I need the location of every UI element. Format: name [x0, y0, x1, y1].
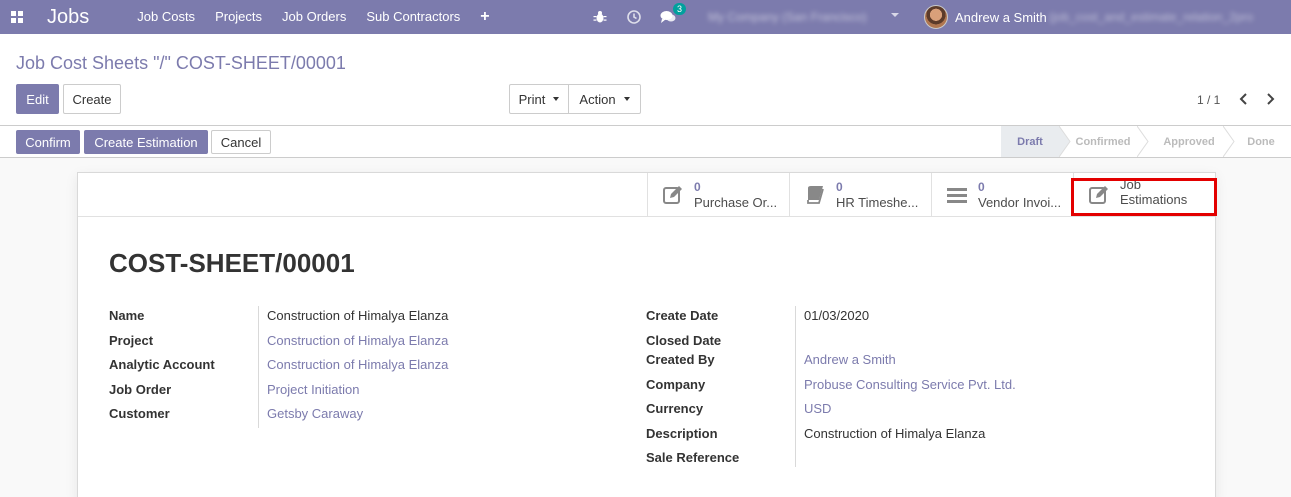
- created-by-label: Created By: [646, 352, 715, 367]
- hr-timesheets-smart-button[interactable]: 0 HR Timeshe...: [789, 173, 931, 216]
- name-value: Construction of Himalya Elanza: [267, 308, 449, 323]
- menu-job-orders[interactable]: Job Orders: [272, 0, 356, 34]
- stage-draft: Draft: [1001, 126, 1059, 157]
- create-estimation-button[interactable]: Create Estimation: [84, 130, 208, 154]
- cancel-button[interactable]: Cancel: [211, 130, 271, 154]
- company-link[interactable]: Probuse Consulting Service Pvt. Ltd.: [804, 377, 1016, 392]
- chat-badge: 3: [673, 3, 687, 15]
- description-label: Description: [646, 426, 718, 441]
- project-label: Project: [109, 333, 154, 348]
- edit-icon: [663, 185, 682, 204]
- confirm-button[interactable]: Confirm: [16, 130, 80, 154]
- print-dropdown[interactable]: Print: [509, 84, 569, 114]
- chat-icon[interactable]: 3: [660, 3, 687, 25]
- smart-button-count: 0: [694, 179, 701, 194]
- action-dropdown[interactable]: Action: [568, 84, 641, 114]
- smart-button-label: Purchase Or...: [694, 194, 778, 210]
- job-order-label: Job Order: [109, 382, 172, 397]
- clock-icon[interactable]: [626, 9, 642, 25]
- pager-value[interactable]: 1 / 1: [1197, 93, 1220, 107]
- action-label: Action: [579, 91, 616, 107]
- purchase-orders-smart-button[interactable]: 0 Purchase Or...: [647, 173, 789, 216]
- edit-button[interactable]: Edit: [16, 84, 59, 114]
- menu-sub-contractors[interactable]: Sub Contractors: [356, 0, 470, 34]
- create-date-label: Create Date: [646, 308, 719, 323]
- pager-next-icon[interactable]: [1263, 92, 1277, 106]
- stage-confirmed[interactable]: Confirmed: [1071, 126, 1135, 157]
- company-caret-icon[interactable]: [891, 13, 899, 17]
- menu-projects[interactable]: Projects: [205, 0, 272, 34]
- currency-label: Currency: [646, 401, 704, 416]
- analytic-account-link[interactable]: Construction of Himalya Elanza: [267, 357, 448, 372]
- user-menu[interactable]: Andrew a Smith: [924, 0, 1047, 34]
- create-date-value: 01/03/2020: [804, 308, 870, 323]
- vendor-invoices-smart-button[interactable]: 0 Vendor Invoi...: [931, 173, 1073, 216]
- sale-reference-label: Sale Reference: [646, 450, 740, 465]
- smart-button-count: 0: [836, 179, 843, 194]
- menu-job-costs[interactable]: Job Costs: [127, 0, 205, 34]
- book-icon: [807, 185, 824, 204]
- print-label: Print: [518, 91, 546, 107]
- breadcrumb[interactable]: Job Cost Sheets "/" COST-SHEET/00001: [16, 53, 346, 74]
- list-icon: [947, 187, 967, 203]
- stage-separator: [1059, 126, 1071, 157]
- record-title: COST-SHEET/00001: [109, 248, 355, 278]
- stage-separator: [1223, 126, 1235, 157]
- statusbar: Confirm Create Estimation Cancel Draft C…: [0, 126, 1291, 158]
- currency-link[interactable]: USD: [804, 401, 831, 416]
- created-by-link[interactable]: Andrew a Smith: [804, 352, 896, 367]
- create-button[interactable]: Create: [63, 84, 121, 114]
- control-panel: Job Cost Sheets "/" COST-SHEET/00001 Edi…: [0, 34, 1291, 126]
- apps-grid-icon[interactable]: [0, 0, 34, 34]
- smart-button-box: 0 Purchase Or... 0 HR Timeshe... 0 Vendo…: [78, 173, 1215, 217]
- bug-icon[interactable]: [592, 9, 608, 25]
- caret-down-icon: [553, 97, 560, 101]
- pager-previous-icon[interactable]: [1237, 92, 1251, 106]
- field-separator: [795, 306, 796, 467]
- stage-approved[interactable]: Approved: [1153, 126, 1225, 157]
- company-label: Company: [646, 377, 706, 392]
- closed-date-label: Closed Date: [646, 333, 722, 348]
- app-brand[interactable]: Jobs: [47, 0, 89, 34]
- form-sheet: 0 Purchase Or... 0 HR Timeshe... 0 Vendo…: [77, 172, 1217, 497]
- description-value: Construction of Himalya Elanza: [804, 426, 986, 441]
- user-database: (job_cost_and_estimate_relation_2pro: [1049, 10, 1254, 24]
- avatar: [924, 5, 948, 29]
- name-label: Name: [109, 308, 145, 323]
- caret-down-icon: [623, 97, 630, 101]
- project-link[interactable]: Construction of Himalya Elanza: [267, 333, 448, 348]
- stage-separator: [1137, 126, 1149, 157]
- job-order-link[interactable]: Project Initiation: [267, 382, 360, 397]
- user-name: Andrew a Smith: [955, 9, 1047, 25]
- customer-label: Customer: [109, 406, 170, 421]
- menu-more-plus[interactable]: +: [470, 0, 499, 34]
- field-separator: [258, 306, 259, 428]
- smart-button-label: HR Timeshe...: [836, 194, 919, 210]
- smart-button-label: Vendor Invoi...: [978, 194, 1062, 210]
- smart-button-count: 0: [978, 179, 985, 194]
- highlight-box: [1071, 178, 1217, 216]
- customer-link[interactable]: Getsby Caraway: [267, 406, 363, 421]
- company-switcher[interactable]: My Company (San Francisco): [708, 0, 867, 34]
- stage-done[interactable]: Done: [1240, 126, 1282, 157]
- analytic-account-label: Analytic Account: [109, 357, 215, 372]
